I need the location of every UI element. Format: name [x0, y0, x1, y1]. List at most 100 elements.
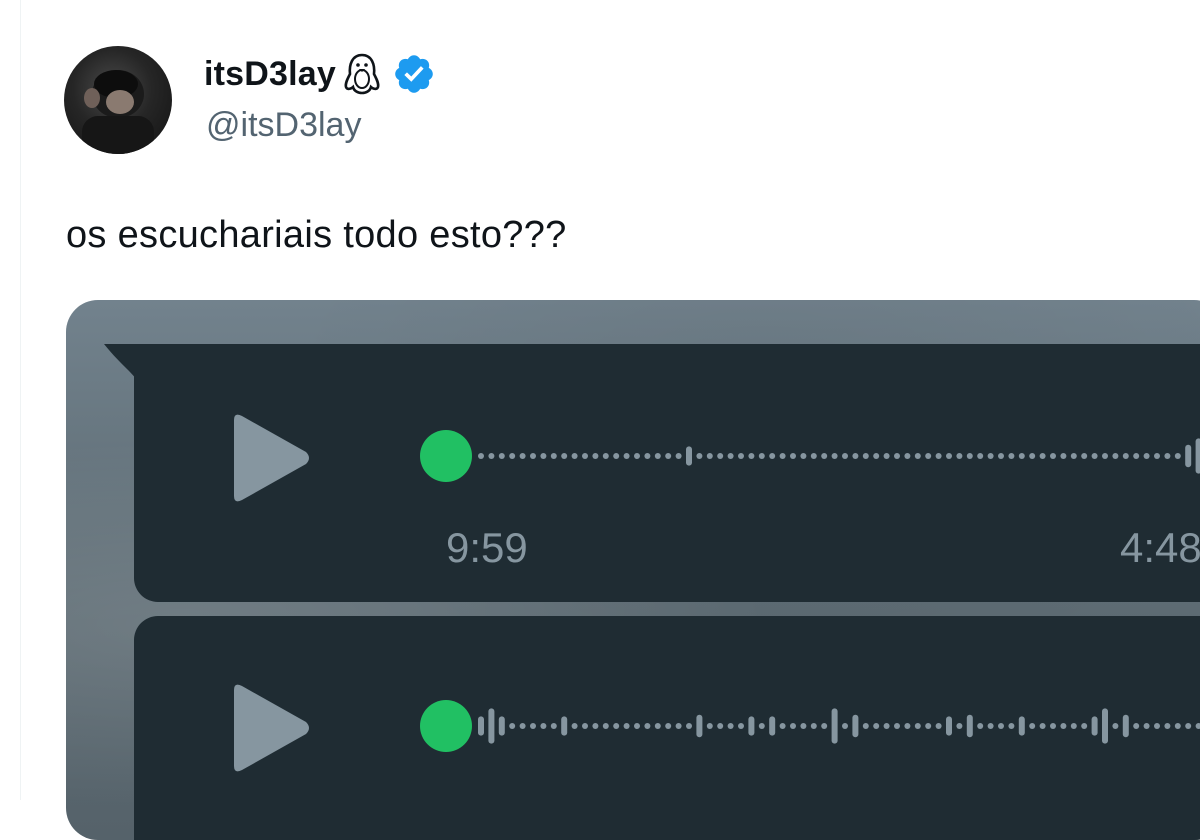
voice-message-bubble[interactable] — [134, 616, 1200, 840]
waveform-bar — [977, 453, 984, 459]
waveform-bar — [1029, 453, 1036, 459]
waveform-bar — [1008, 723, 1015, 729]
waveform-bar — [842, 453, 848, 459]
waveform-bar — [998, 453, 1004, 459]
waveform-bar — [800, 723, 807, 729]
waveform-bar — [894, 723, 900, 729]
waveform-bar — [675, 723, 682, 729]
waveform-bar — [1070, 453, 1077, 459]
waveform-bar — [654, 453, 661, 459]
waveform-bar — [1081, 723, 1088, 729]
waveform-bar — [1091, 716, 1098, 736]
waveform-bar — [1039, 453, 1046, 459]
waveform-bar — [634, 453, 640, 459]
waveform-bar — [602, 723, 609, 729]
waveform-bar — [592, 723, 599, 729]
timeline-border — [20, 0, 21, 800]
waveform-bar — [530, 453, 536, 459]
waveform-bar — [1050, 453, 1056, 459]
waveform-bar — [1154, 453, 1160, 459]
playback-position-knob[interactable] — [420, 700, 472, 752]
waveform-bar — [800, 453, 807, 459]
waveform-bar — [571, 723, 578, 729]
waveform-bar — [1185, 723, 1192, 729]
waveform-bar — [821, 453, 828, 459]
waveform-bar — [1008, 453, 1015, 459]
waveform-bar — [1185, 444, 1192, 468]
waveform-bar — [727, 453, 734, 459]
waveform-bar — [1143, 453, 1150, 459]
waveform-bar — [623, 723, 630, 729]
waveform-bar — [550, 723, 557, 729]
waveform-bar — [1164, 723, 1171, 729]
waveform-bar — [696, 714, 703, 738]
waveform-bar — [873, 453, 880, 459]
voice-message-bubble[interactable]: 9:59 4:48 — [134, 344, 1200, 602]
waveform-bar — [914, 723, 921, 729]
tweet-media-image[interactable]: 9:59 4:48 — [66, 300, 1200, 840]
waveform-bar — [571, 453, 578, 459]
waveform-bar — [561, 716, 568, 736]
waveform-bar — [862, 723, 869, 729]
waveform-bar — [758, 453, 765, 459]
waveform-bar — [654, 723, 661, 729]
waveform-bar — [1050, 723, 1056, 729]
waveform-bar — [706, 723, 713, 729]
waveform-bar — [634, 723, 640, 729]
waveform-bar — [810, 453, 817, 459]
waveform-bar — [946, 453, 952, 459]
audio-waveform[interactable] — [476, 696, 1200, 756]
waveform-bar — [550, 453, 557, 459]
play-button[interactable] — [228, 680, 312, 776]
waveform-bar — [540, 453, 547, 459]
waveform-bar — [1122, 714, 1129, 738]
waveform-bar — [862, 453, 869, 459]
waveform-bar — [904, 453, 911, 459]
author-handle[interactable]: @itsD3lay — [206, 106, 361, 145]
waveform-bar — [748, 453, 755, 459]
waveform-bar — [977, 723, 984, 729]
waveform-bar — [1018, 453, 1025, 459]
waveform-bar — [946, 716, 952, 736]
waveform-bar — [925, 723, 932, 729]
playback-position-knob[interactable] — [420, 430, 472, 482]
audio-waveform[interactable] — [476, 426, 1200, 486]
verified-badge-icon[interactable] — [392, 52, 436, 96]
waveform-bar — [665, 723, 672, 729]
voice-duration: 9:59 — [446, 524, 528, 571]
waveform-bar — [519, 723, 526, 729]
waveform-bar — [935, 723, 942, 729]
waveform-bar — [1091, 453, 1098, 459]
waveform-bar — [602, 453, 609, 459]
waveform-bar — [613, 453, 620, 459]
waveform-bar — [727, 723, 734, 729]
play-button[interactable] — [228, 410, 312, 506]
waveform-bar — [748, 716, 755, 736]
waveform-bar — [904, 723, 911, 729]
waveform-bar — [758, 723, 765, 729]
display-name[interactable]: itsD3lay — [204, 52, 436, 96]
waveform-bar — [696, 453, 703, 459]
waveform-bar — [883, 453, 890, 459]
waveform-bar — [998, 723, 1004, 729]
penguin-icon — [342, 52, 382, 96]
waveform-bar — [1029, 723, 1036, 729]
waveform-bar — [842, 723, 848, 729]
display-name-text[interactable]: itsD3lay — [204, 55, 336, 94]
avatar[interactable] — [64, 46, 172, 154]
waveform-bar — [738, 723, 744, 729]
waveform-bar — [717, 723, 724, 729]
waveform-bar — [1133, 723, 1140, 729]
waveform-bar — [779, 453, 786, 459]
waveform-bar — [1060, 723, 1067, 729]
waveform-bar — [925, 453, 932, 459]
waveform-bar — [1060, 453, 1067, 459]
waveform-bar — [987, 723, 994, 729]
waveform-bar — [1039, 723, 1046, 729]
waveform-bar — [769, 716, 776, 736]
waveform-bar — [966, 714, 973, 738]
waveform-bar — [1018, 716, 1025, 736]
waveform-bar — [956, 723, 963, 729]
waveform-bar — [873, 723, 880, 729]
waveform-bar — [530, 723, 536, 729]
